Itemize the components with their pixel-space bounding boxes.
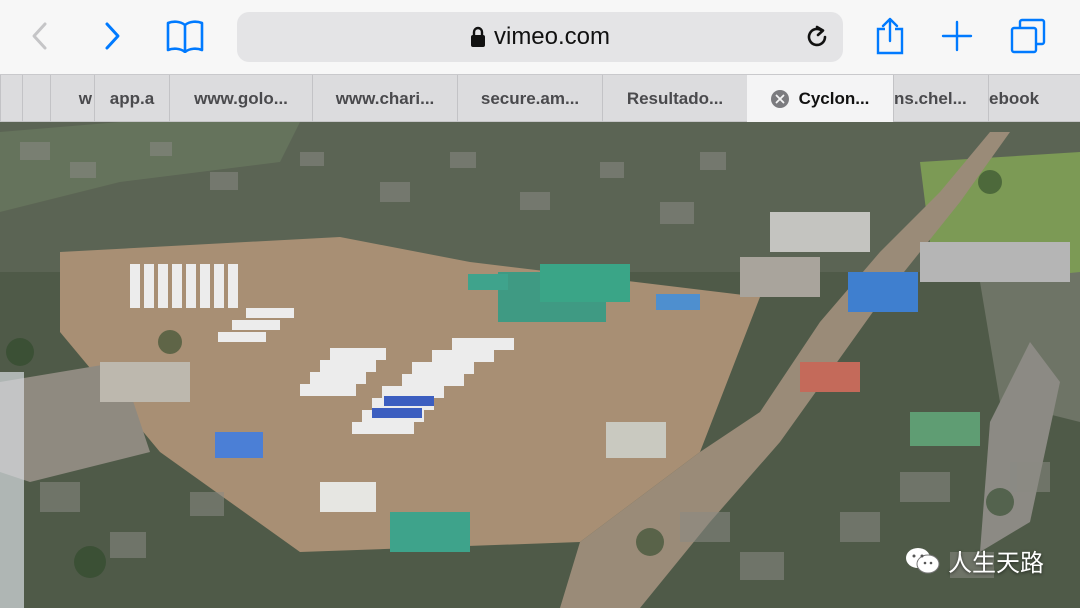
share-button[interactable] — [868, 14, 912, 58]
tab-label: www.chari... — [335, 88, 435, 108]
bookmarks-button[interactable] — [163, 14, 207, 58]
reload-button[interactable] — [801, 21, 833, 53]
chevron-left-icon — [32, 22, 47, 50]
lock-icon — [470, 26, 486, 48]
address-bar[interactable]: vimeo.com — [237, 12, 843, 62]
chevron-right-icon — [105, 22, 120, 50]
tab-overflow-1[interactable] — [0, 75, 22, 122]
tab-8[interactable]: ns.chel... — [893, 75, 988, 122]
tab-1[interactable]: w — [50, 75, 94, 122]
aerial-flood-photo — [0, 122, 1080, 608]
tab-label: ns.chel... — [894, 88, 967, 108]
tab-strip: w app.a www.golo... www.chari... secure.… — [0, 74, 1080, 122]
tab-label: www.golo... — [194, 88, 288, 108]
forward-button[interactable] — [90, 14, 134, 58]
watermark-text: 人生天路 — [948, 549, 1044, 577]
tabs-icon — [1010, 18, 1046, 54]
tab-label: w — [78, 88, 92, 108]
wechat-icon — [906, 547, 940, 573]
tab-6[interactable]: Resultado... — [602, 75, 747, 122]
plus-icon — [941, 20, 973, 52]
tab-active[interactable]: Cyclon... — [747, 75, 893, 122]
tab-label: ebook — [989, 88, 1040, 108]
url-text: vimeo.com — [493, 23, 611, 50]
browser-toolbar: vimeo.com — [0, 0, 1080, 74]
tab-label: app.a — [109, 88, 155, 108]
watermark: 人生天路 — [904, 543, 1044, 578]
video-frame[interactable]: 人生天路 — [0, 122, 1080, 608]
close-icon — [775, 94, 784, 103]
url-display[interactable]: vimeo.com — [237, 12, 843, 62]
tab-label: secure.am... — [480, 88, 580, 108]
book-icon — [166, 20, 204, 53]
back-button[interactable] — [18, 14, 62, 58]
tab-9[interactable]: ebook — [988, 75, 1080, 122]
tab-overflow-2[interactable] — [22, 75, 50, 122]
tab-label: Resultado... — [626, 88, 724, 108]
tab-3[interactable]: www.golo... — [169, 75, 312, 122]
tab-label: Cyclon... — [798, 88, 870, 108]
share-icon — [876, 17, 904, 55]
reload-icon — [807, 25, 827, 47]
new-tab-button[interactable] — [935, 14, 979, 58]
tabs-overview-button[interactable] — [1006, 14, 1050, 58]
tab-5[interactable]: secure.am... — [457, 75, 602, 122]
tab-4[interactable]: www.chari... — [312, 75, 457, 122]
tab-2[interactable]: app.a — [94, 75, 169, 122]
close-tab-button[interactable] — [770, 89, 789, 108]
